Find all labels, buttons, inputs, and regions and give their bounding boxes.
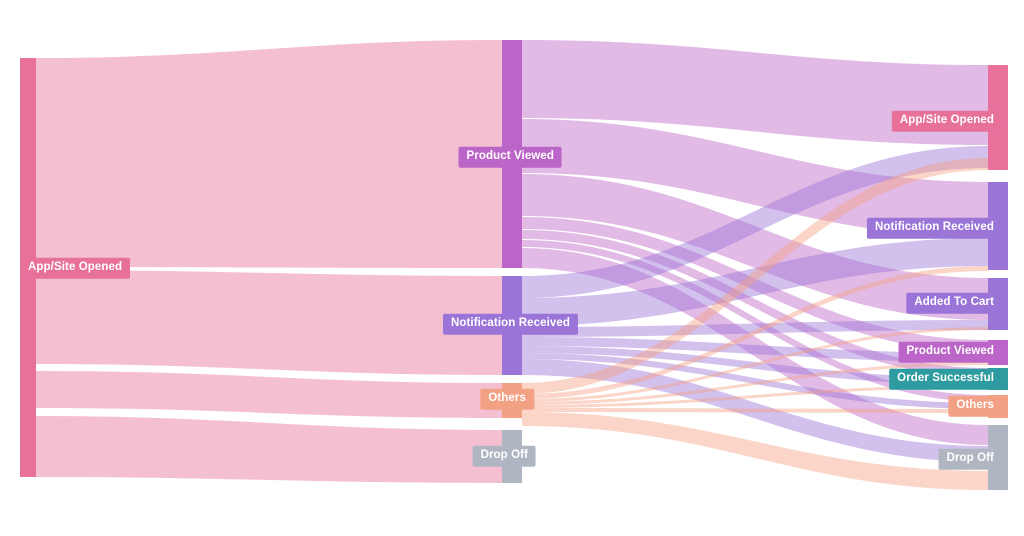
sankey-node-label-drop-off-col2[interactable]: Drop Off xyxy=(938,448,1002,470)
sankey-node-label-product-viewed-col1[interactable]: Product Viewed xyxy=(458,146,562,168)
sankey-link-app-site-opened-to-product-viewed[interactable] xyxy=(36,40,502,268)
sankey-node-label-product-viewed-col2[interactable]: Product Viewed xyxy=(898,341,1002,363)
sankey-node-label-others-col1[interactable]: Others xyxy=(480,388,534,410)
sankey-link-app-site-opened-to-drop-off[interactable] xyxy=(36,416,502,483)
sankey-node-label-drop-off-col1[interactable]: Drop Off xyxy=(472,445,536,467)
sankey-node-label-others-col2[interactable]: Others xyxy=(948,395,1002,417)
sankey-link-app-site-opened-to-others[interactable] xyxy=(36,371,502,418)
sankey-link-others-to-others[interactable] xyxy=(522,408,988,413)
sankey-node-label-app-site-opened-col0[interactable]: App/Site Opened xyxy=(20,257,131,279)
sankey-node-label-order-successful-col2[interactable]: Order Successful xyxy=(889,368,1002,390)
sankey-node-label-added-to-cart-col2[interactable]: Added To Cart xyxy=(906,292,1002,314)
sankey-link-app-site-opened-to-notification-received[interactable] xyxy=(36,270,502,375)
sankey-node-label-notification-received-col1[interactable]: Notification Received xyxy=(442,313,578,335)
sankey-node-label-app-site-opened-col2[interactable]: App/Site Opened xyxy=(891,110,1002,132)
sankey-node-label-notification-received-col2[interactable]: Notification Received xyxy=(866,217,1002,239)
sankey-diagram: App/Site Opened Product Viewed Notificatio… xyxy=(0,0,1024,536)
